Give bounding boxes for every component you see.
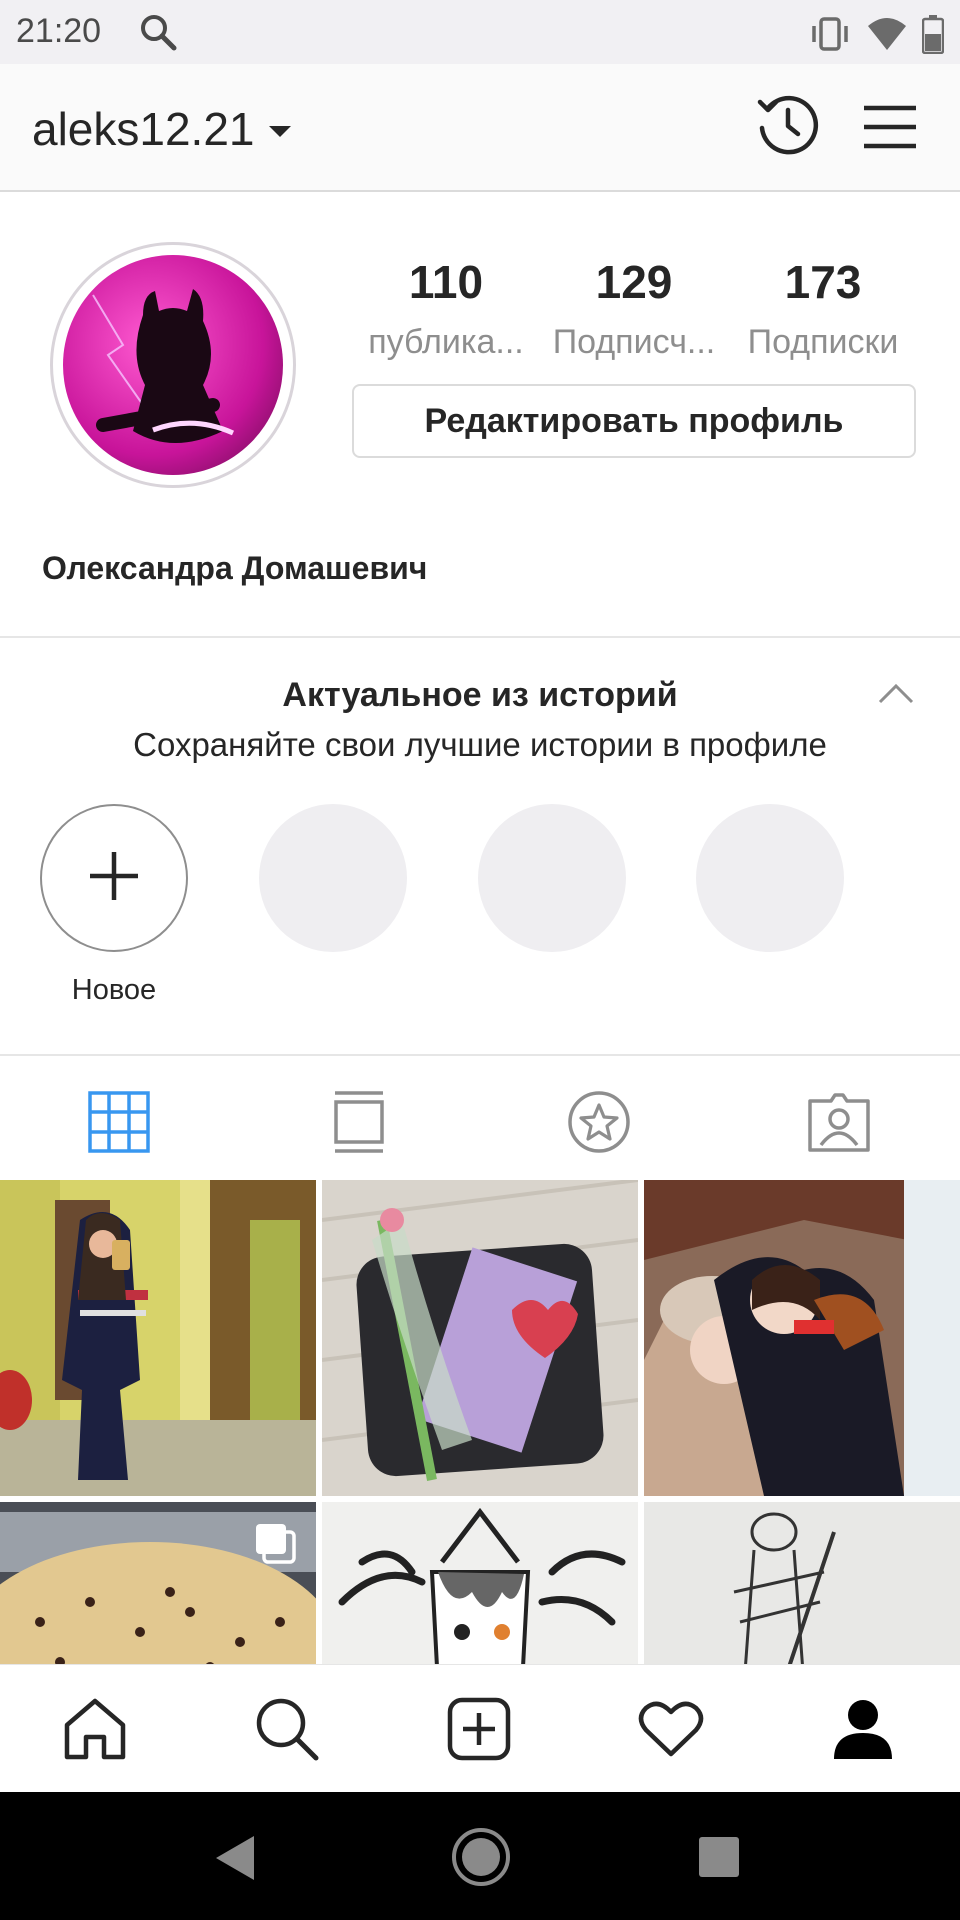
profile-icon[interactable] — [825, 1695, 901, 1763]
bottom-navigation — [0, 1664, 960, 1792]
highlight-placeholder — [259, 804, 407, 952]
chevron-up-icon[interactable] — [878, 682, 914, 709]
following-stat[interactable]: 173 Подписки — [733, 255, 913, 362]
carousel-icon — [254, 1522, 298, 1571]
following-count: 173 — [784, 256, 862, 308]
status-bar: 21:20 — [0, 0, 960, 64]
highlights-title: Актуальное из историй — [282, 676, 678, 714]
back-icon[interactable] — [214, 1834, 258, 1887]
chevron-down-icon — [268, 125, 291, 137]
system-navigation — [0, 1792, 960, 1920]
followers-label: Подписч... — [552, 323, 716, 361]
activity-heart-icon[interactable] — [633, 1695, 709, 1763]
highlight-placeholder — [696, 804, 844, 952]
highlights-subtitle: Сохраняйте свои лучшие истории в профиле — [133, 726, 827, 763]
followers-count: 129 — [595, 256, 673, 308]
saved-star-icon[interactable] — [563, 1086, 635, 1158]
profile-header: aleks12.21 — [0, 64, 960, 192]
vibrate-icon — [808, 16, 852, 57]
new-highlight-button[interactable] — [40, 804, 188, 952]
posts-grid — [0, 1180, 960, 1664]
post-thumbnail[interactable] — [322, 1180, 638, 1496]
highlight-placeholder — [478, 804, 626, 952]
post-thumbnail[interactable] — [644, 1502, 960, 1664]
full-name: Олександра Домашевич — [42, 550, 428, 586]
new-highlight-label: Новое — [71, 974, 157, 1006]
status-time: 21:20 — [16, 12, 102, 50]
history-icon[interactable] — [754, 92, 820, 163]
recents-icon[interactable] — [698, 1836, 740, 1883]
username: aleks12.21 — [32, 103, 255, 155]
add-post-icon[interactable] — [441, 1695, 517, 1763]
plus-icon — [88, 850, 140, 907]
search-icon[interactable] — [249, 1695, 325, 1763]
posts-count: 110 — [408, 256, 484, 308]
account-switcher[interactable]: aleks12.21 — [32, 102, 291, 156]
grid-icon[interactable] — [83, 1086, 155, 1158]
post-thumbnail[interactable] — [0, 1180, 316, 1496]
home-button-icon[interactable] — [450, 1826, 512, 1893]
profile-tabs — [0, 1054, 960, 1180]
followers-stat[interactable]: 129 Подписч... — [544, 255, 724, 362]
wifi-icon — [866, 16, 908, 57]
posts-label: публика... — [368, 323, 524, 361]
posts-stat[interactable]: 110 публика... — [356, 255, 536, 362]
post-thumbnail[interactable] — [644, 1180, 960, 1496]
battery-icon — [921, 14, 945, 59]
feed-icon[interactable] — [323, 1086, 395, 1158]
post-thumbnail[interactable] — [0, 1502, 316, 1664]
edit-profile-button[interactable]: Редактировать профиль — [352, 384, 916, 458]
profile-avatar[interactable] — [50, 242, 296, 488]
tagged-icon[interactable] — [803, 1086, 875, 1158]
home-icon[interactable] — [57, 1695, 133, 1763]
avatar-image — [63, 255, 283, 475]
following-label: Подписки — [747, 323, 899, 361]
divider — [0, 636, 960, 638]
post-thumbnail[interactable] — [322, 1502, 638, 1664]
search-icon — [138, 12, 178, 57]
menu-icon[interactable] — [862, 104, 918, 155]
